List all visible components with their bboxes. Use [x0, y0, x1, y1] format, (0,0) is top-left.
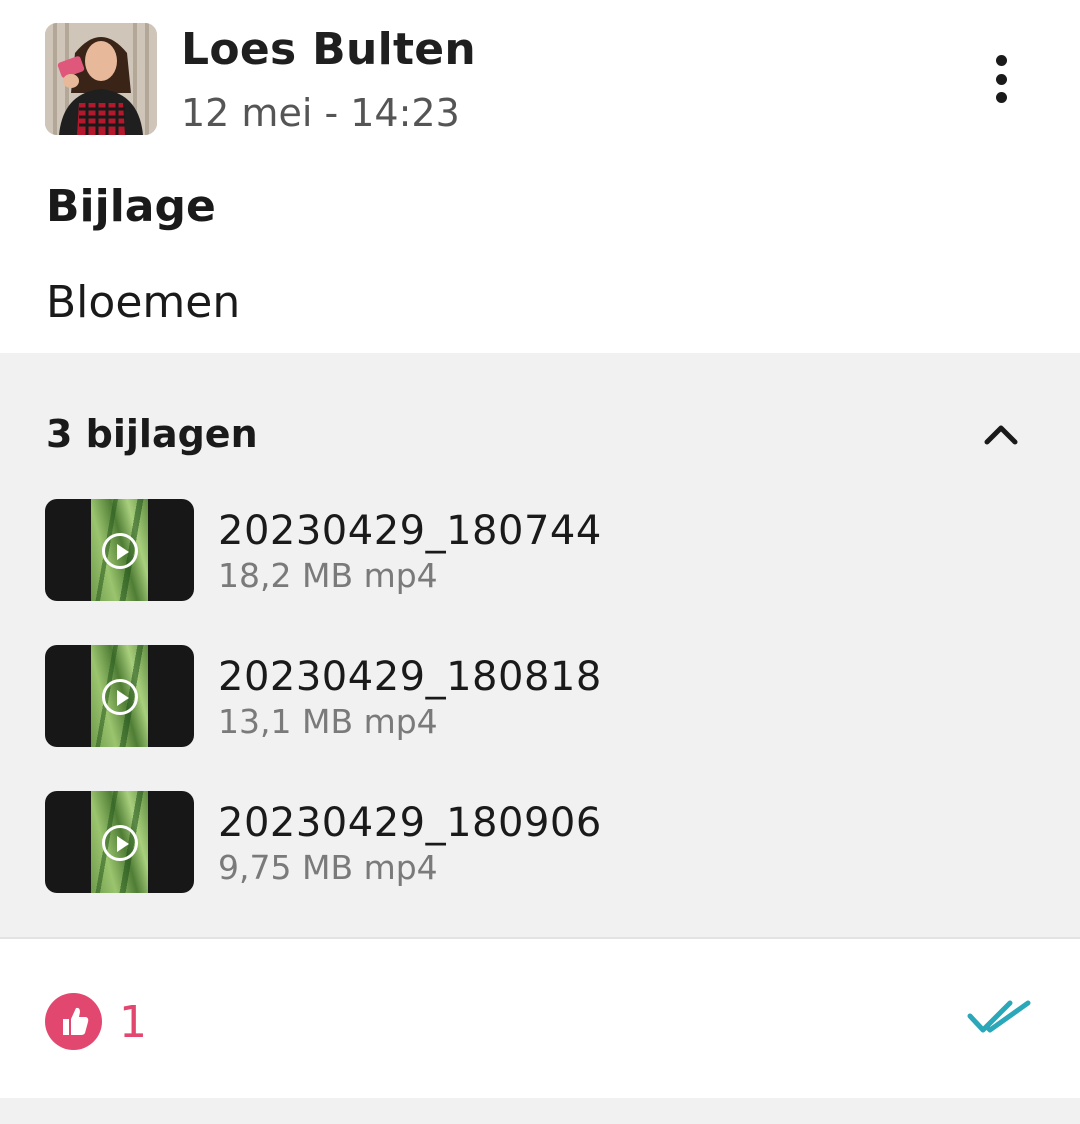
- attachments-panel: 3 bijlagen 20230429_180744 18,2 MB mp4 2…: [0, 353, 1080, 939]
- play-icon: [102, 825, 138, 861]
- collapse-attachments-button[interactable]: [978, 413, 1024, 453]
- attachment-name: 20230429_180744: [218, 508, 602, 554]
- like-button[interactable]: [45, 993, 102, 1050]
- post-body: Bloemen: [46, 277, 241, 328]
- attachment-meta: 13,1 MB mp4: [218, 702, 438, 741]
- attachment-meta: 18,2 MB mp4: [218, 556, 438, 595]
- like-count[interactable]: 1: [119, 998, 147, 1048]
- more-vertical-icon: [995, 55, 1007, 66]
- attachment-name: 20230429_180818: [218, 654, 602, 700]
- double-check-icon: [967, 1000, 1031, 1033]
- attachment-item[interactable]: 20230429_180744 18,2 MB mp4: [45, 499, 745, 601]
- more-options-button[interactable]: [976, 50, 1026, 108]
- attachment-item[interactable]: 20230429_180906 9,75 MB mp4: [45, 791, 745, 893]
- post-timestamp: 12 mei - 14:23: [181, 91, 460, 135]
- chevron-up-icon: [984, 425, 1018, 445]
- post-title: Bijlage: [46, 181, 216, 232]
- next-item-edge: [0, 1098, 1080, 1124]
- video-thumbnail[interactable]: [45, 791, 194, 893]
- more-dot: [995, 73, 1007, 85]
- play-icon: [102, 679, 138, 715]
- attachment-item[interactable]: 20230429_180818 13,1 MB mp4: [45, 645, 745, 747]
- avatar-photo: [45, 23, 157, 135]
- video-thumbnail[interactable]: [45, 645, 194, 747]
- play-icon: [102, 533, 138, 569]
- post-header: Loes Bulten 12 mei - 14:23: [0, 0, 1080, 160]
- post-detail: Loes Bulten 12 mei - 14:23 Bijlage Bloem…: [0, 0, 1080, 1124]
- video-thumbnail[interactable]: [45, 499, 194, 601]
- more-dot: [995, 92, 1007, 103]
- attachment-meta: 9,75 MB mp4: [218, 848, 438, 887]
- avatar[interactable]: [45, 23, 157, 135]
- attachments-count[interactable]: 3 bijlagen: [46, 411, 258, 457]
- thumbs-up-icon: [63, 1007, 89, 1035]
- author-name[interactable]: Loes Bulten: [181, 24, 476, 76]
- read-status: [966, 998, 1032, 1038]
- attachment-name: 20230429_180906: [218, 800, 602, 846]
